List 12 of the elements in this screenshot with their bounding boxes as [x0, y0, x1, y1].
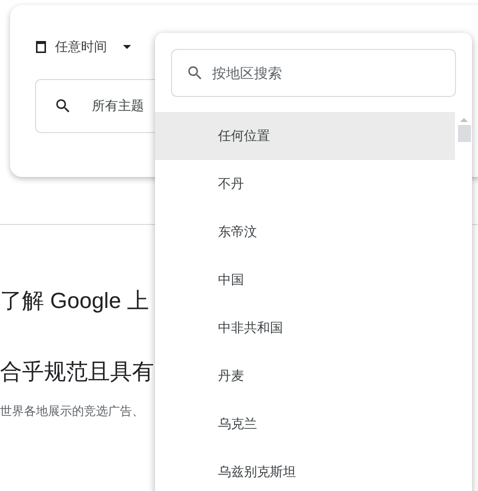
scroll-up-icon [460, 118, 468, 122]
calendar-icon [35, 40, 47, 54]
date-button[interactable]: 任意时间 [35, 37, 131, 56]
page-body-text: 世界各地展示的竞选广告、 [0, 403, 144, 420]
page-heading: 了解 Google 上 [0, 287, 150, 315]
search-icon [54, 96, 72, 114]
page-subheading: 合乎规范且具有 [0, 358, 154, 386]
region-option[interactable]: 任何位置 [155, 112, 455, 160]
caret-icon [123, 44, 131, 49]
region-search-field[interactable]: 按地区搜索 [171, 49, 456, 97]
search-icon [186, 64, 204, 82]
scrollbar-thumb[interactable] [458, 125, 470, 142]
